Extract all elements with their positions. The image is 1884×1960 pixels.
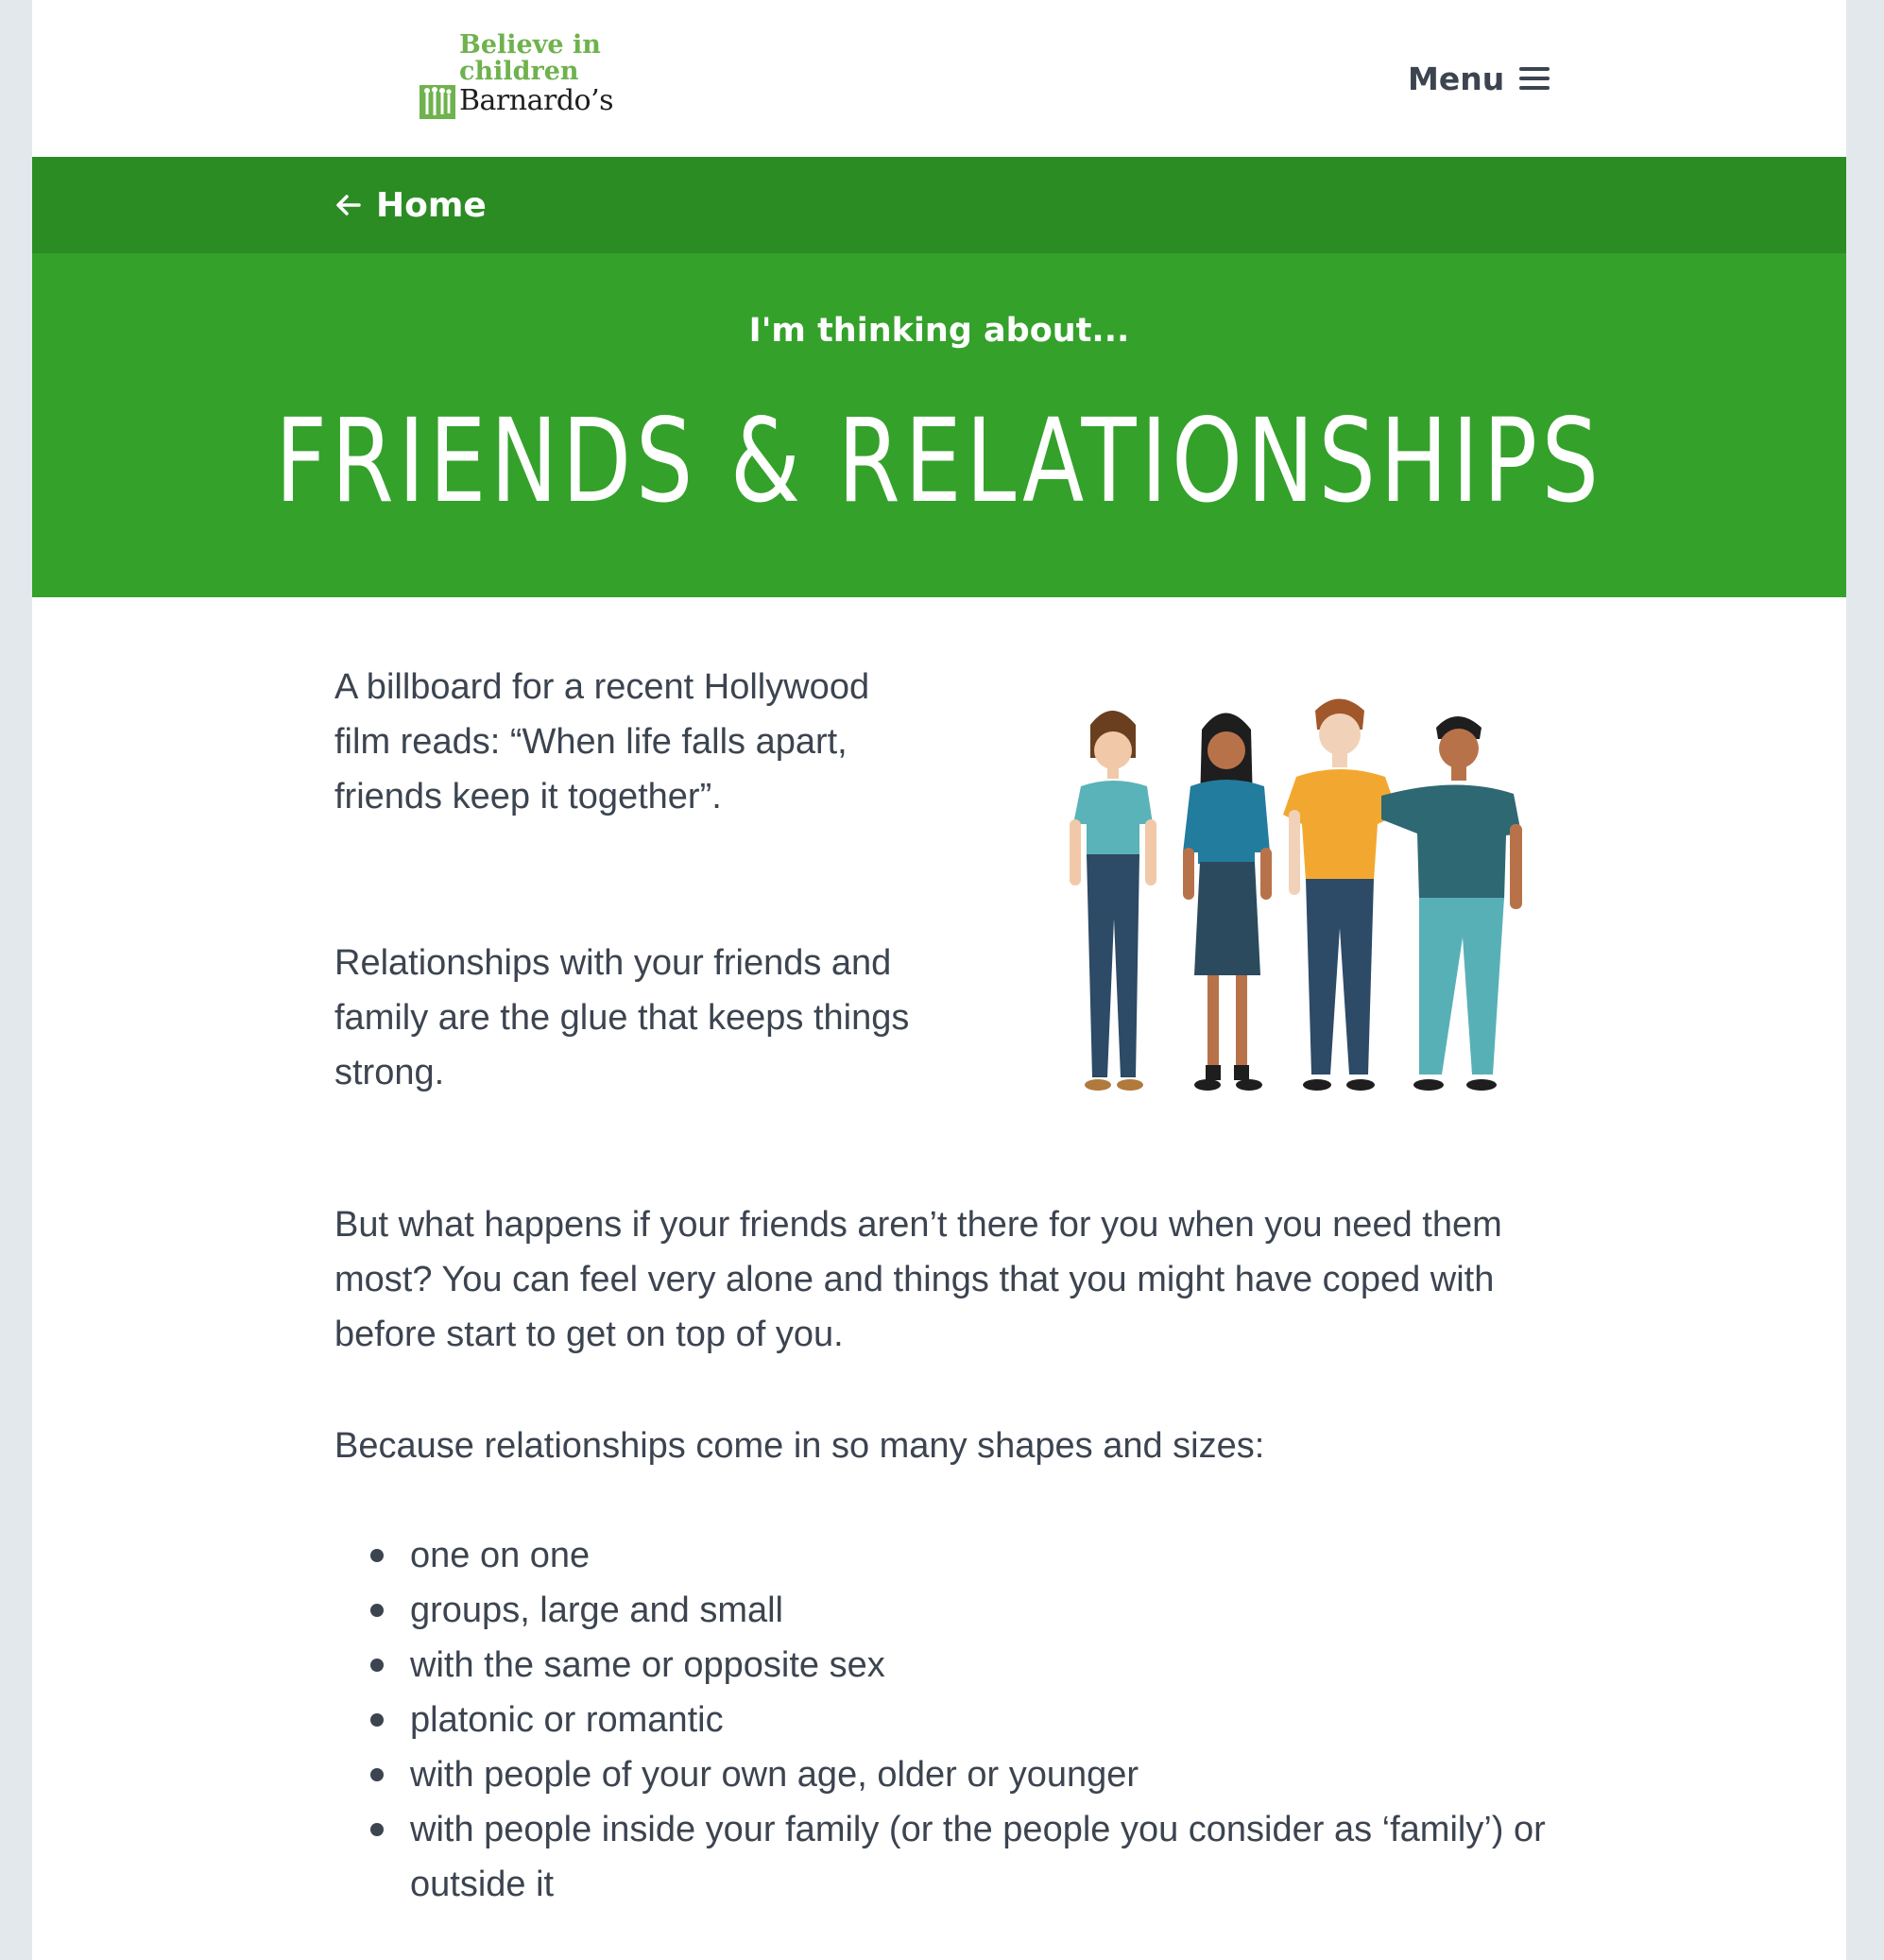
bullet-icon [370, 1713, 384, 1727]
page-title: FRIENDS & RELATIONSHIPS [275, 394, 1603, 528]
bullet-icon [370, 1549, 384, 1562]
person-3-figure [1283, 698, 1398, 1091]
bullet-icon [370, 1823, 384, 1836]
logo-tagline-line2: children [459, 57, 579, 86]
bullet-icon [370, 1659, 384, 1672]
hamburger-icon [1519, 67, 1550, 90]
list-item: platonic or romantic [334, 1693, 1563, 1747]
page: Believe in children Barnardo’s Menu Home… [32, 0, 1846, 1960]
person-4-figure [1381, 716, 1522, 1091]
list-item: with people inside your family (or the p… [334, 1802, 1563, 1912]
logo-name: Barnardo’s [459, 84, 614, 117]
arrow-left-icon [336, 195, 361, 215]
person-2-figure [1183, 713, 1272, 1091]
person-1-figure [1070, 711, 1156, 1091]
logo-tagline-line1: Believe in [459, 30, 601, 60]
relationship-types-list: one on one groups, large and small with … [334, 1528, 1563, 1912]
relationships-paragraph: Relationships with your friends and fami… [334, 943, 910, 1092]
list-item-text: one on one [410, 1536, 591, 1575]
list-item-text: with the same or opposite sex [410, 1645, 885, 1685]
list-item: with the same or opposite sex [334, 1638, 1563, 1693]
list-item: one on one [334, 1528, 1563, 1583]
support-paragraph: But what happens if your friends aren’t … [334, 1205, 1502, 1354]
home-link[interactable]: Home [334, 157, 487, 253]
hero-kicker: I'm thinking about... [748, 312, 1130, 350]
intro-paragraph: A billboard for a recent Hollywood film … [334, 667, 870, 817]
breadcrumb-bar: Home [32, 157, 1846, 253]
bullet-icon [370, 1604, 384, 1617]
group-of-friends-illustration [1070, 698, 1522, 1091]
barnardos-logo[interactable]: Believe in children Barnardo’s [420, 32, 614, 123]
site-header: Believe in children Barnardo’s Menu [32, 0, 1846, 157]
list-item-text: groups, large and small [410, 1590, 783, 1630]
list-item-text: platonic or romantic [410, 1700, 724, 1740]
menu-button[interactable]: Menu [1408, 55, 1550, 102]
bullet-icon [370, 1768, 384, 1781]
logo-tagline: Believe in children [459, 32, 648, 85]
list-item-text: with people of your own age, older or yo… [410, 1755, 1139, 1795]
home-label: Home [376, 185, 487, 225]
list-item: groups, large and small [334, 1583, 1563, 1638]
list-item: with people of your own age, older or yo… [334, 1747, 1563, 1802]
menu-label: Menu [1408, 60, 1505, 97]
hero-banner: I'm thinking about... FRIENDS & RELATION… [32, 253, 1846, 597]
list-intro-paragraph: Because relationships come in so many sh… [334, 1426, 1265, 1466]
list-item-text: with people inside your family (or the p… [410, 1810, 1546, 1904]
barnardos-figures-icon [420, 85, 455, 119]
